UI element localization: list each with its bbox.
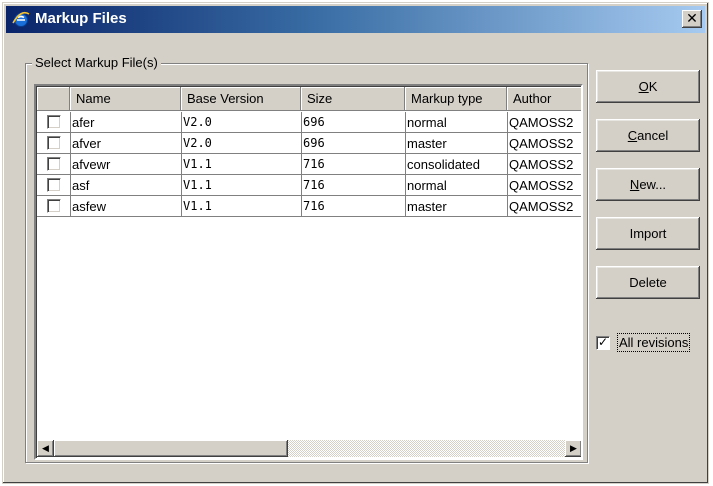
cell-markup-type: normal <box>407 115 447 130</box>
cell-markup-type: master <box>407 136 447 151</box>
table-row[interactable]: asfew V1.1 716 master QAMOSS2 <box>37 196 581 217</box>
cell-name: afver <box>72 136 101 151</box>
cell-base-version: V1.1 <box>183 178 212 192</box>
internet-explorer-icon <box>12 11 30 27</box>
row-checkbox[interactable] <box>47 199 61 213</box>
cell-size: 716 <box>303 178 325 192</box>
import-button[interactable]: Import <box>596 217 700 250</box>
column-header-name[interactable]: Name <box>70 87 181 111</box>
cell-author: QAMOSS2 <box>509 199 574 214</box>
table-row[interactable]: afer V2.0 696 normal QAMOSS2 <box>37 112 581 133</box>
cancel-button[interactable]: Cancel <box>596 119 700 152</box>
cell-base-version: V2.0 <box>183 115 212 129</box>
close-icon: ✕ <box>686 10 698 26</box>
table-row[interactable]: asf V1.1 716 normal QAMOSS2 <box>37 175 581 196</box>
column-header-markup-type[interactable]: Markup type <box>405 87 507 111</box>
scroll-right-button[interactable]: ▶ <box>565 440 581 457</box>
arrow-left-icon: ◀ <box>42 443 49 453</box>
all-revisions-checkbox[interactable]: ✓ <box>596 336 610 350</box>
title-bar[interactable]: Markup Files ✕ <box>6 6 705 33</box>
row-checkbox[interactable] <box>47 115 61 129</box>
cell-markup-type: master <box>407 199 447 214</box>
table-row[interactable]: afvewr V1.1 716 consolidated QAMOSS2 <box>37 154 581 175</box>
cell-author: QAMOSS2 <box>509 115 574 130</box>
delete-button[interactable]: Delete <box>596 266 700 299</box>
all-revisions-label[interactable]: All revisions <box>617 333 691 352</box>
ok-button[interactable]: OK <box>596 70 700 103</box>
cell-name: asfew <box>72 199 106 214</box>
new-button[interactable]: New... <box>596 168 700 201</box>
cell-markup-type: consolidated <box>407 157 480 172</box>
cell-size: 716 <box>303 199 325 213</box>
cell-name: afvewr <box>72 157 111 172</box>
cell-base-version: V1.1 <box>183 157 212 171</box>
table-row[interactable]: afver V2.0 696 master QAMOSS2 <box>37 133 581 154</box>
cell-size: 716 <box>303 157 325 171</box>
window-title: Markup Files <box>35 10 127 27</box>
scroll-left-button[interactable]: ◀ <box>37 440 54 457</box>
horizontal-scrollbar[interactable]: ◀ ▶ <box>37 440 581 457</box>
cell-base-version: V2.0 <box>183 136 212 150</box>
column-header-size[interactable]: Size <box>301 87 405 111</box>
cell-author: QAMOSS2 <box>509 136 574 151</box>
cell-size: 696 <box>303 136 325 150</box>
arrow-right-icon: ▶ <box>570 443 577 453</box>
close-button[interactable]: ✕ <box>682 10 702 28</box>
cell-name: asf <box>72 178 90 193</box>
scroll-thumb[interactable] <box>54 440 288 457</box>
column-header-base-version[interactable]: Base Version <box>181 87 301 111</box>
markup-files-list[interactable]: Name Base Version Size Markup type Autho… <box>34 84 583 460</box>
checkmark-icon: ✓ <box>597 335 609 349</box>
row-checkbox[interactable] <box>47 136 61 150</box>
cell-base-version: V1.1 <box>183 199 212 213</box>
cell-markup-type: normal <box>407 178 447 193</box>
row-checkbox[interactable] <box>47 178 61 192</box>
column-header-check[interactable] <box>37 87 70 111</box>
cell-author: QAMOSS2 <box>509 157 574 172</box>
column-header-author[interactable]: Author <box>507 87 581 111</box>
cell-author: QAMOSS2 <box>509 178 574 193</box>
row-checkbox[interactable] <box>47 157 61 171</box>
group-label: Select Markup File(s) <box>32 55 161 70</box>
cell-name: afer <box>72 115 95 130</box>
cell-size: 696 <box>303 115 325 129</box>
